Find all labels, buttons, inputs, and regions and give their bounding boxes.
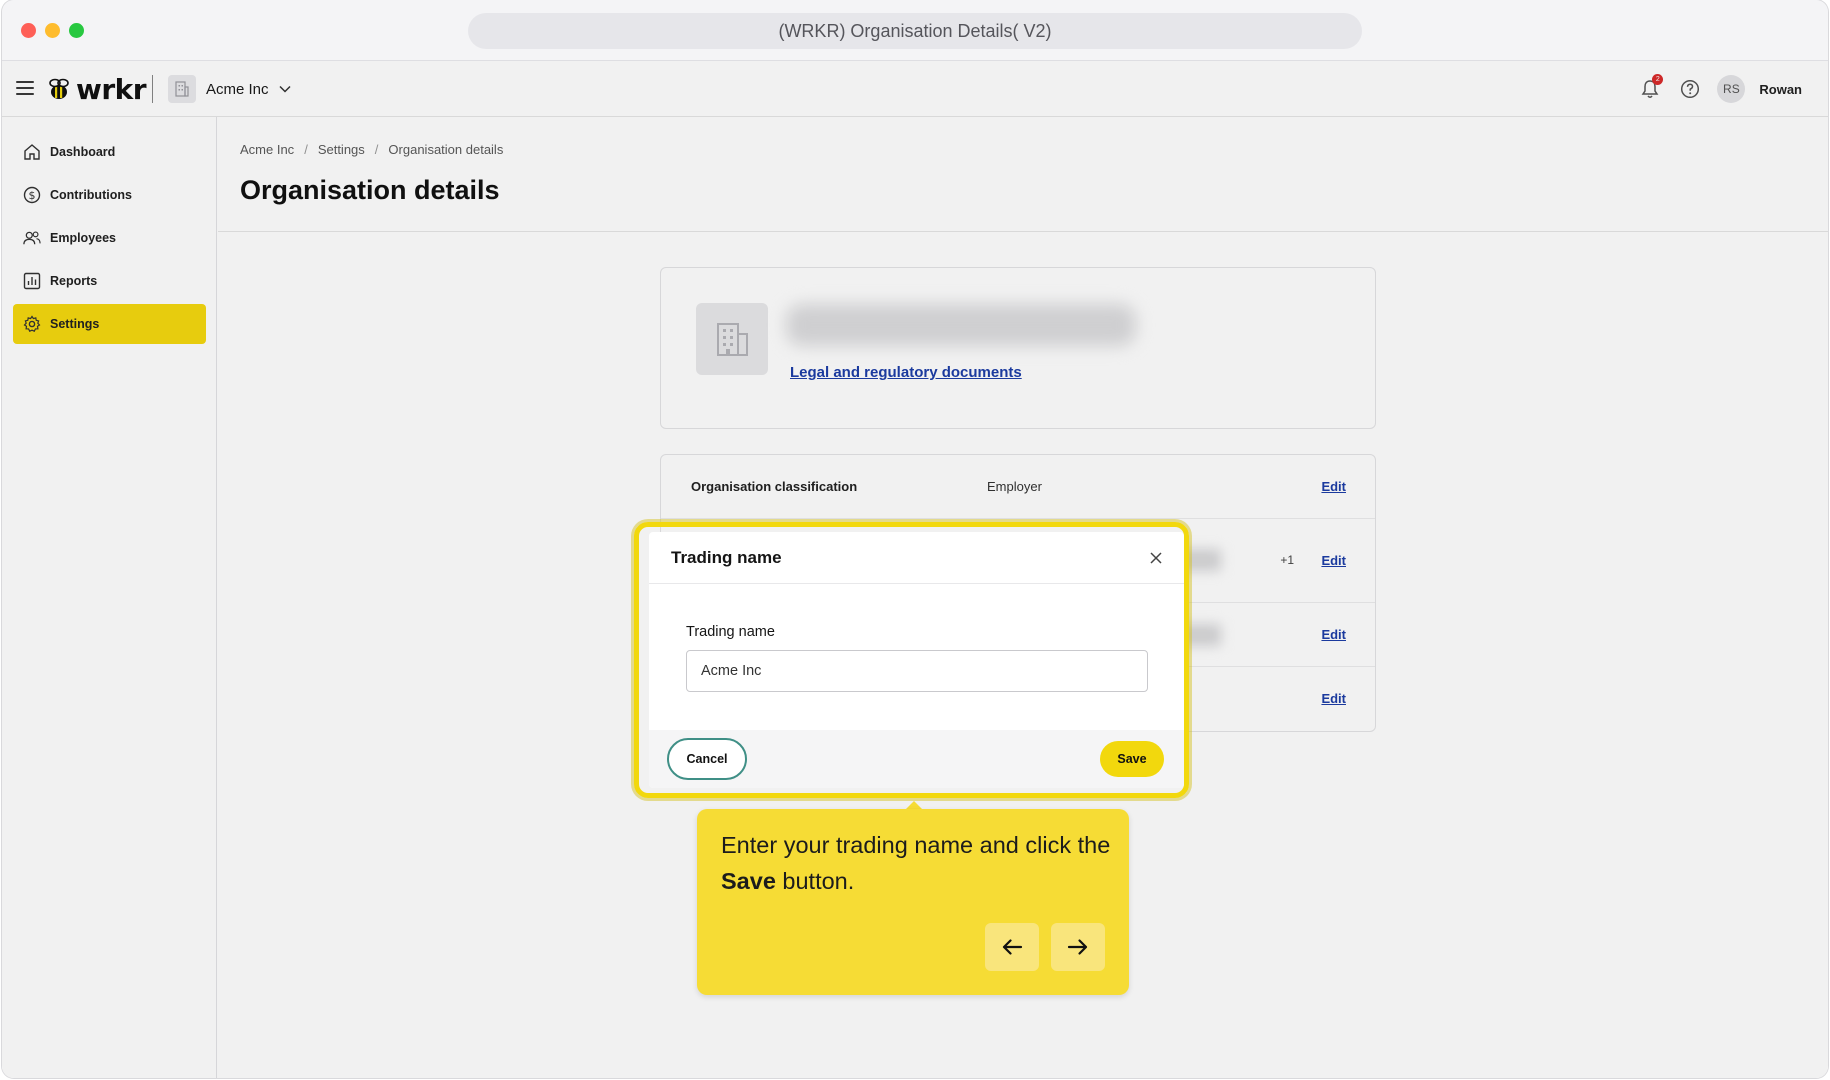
maximize-window-button[interactable] (69, 23, 84, 38)
edit-link[interactable]: Edit (1321, 691, 1346, 706)
chart-icon (23, 272, 41, 290)
breadcrumb-item-settings[interactable]: Settings (318, 142, 365, 157)
people-icon (23, 229, 41, 247)
redacted-organisation-name (786, 304, 1136, 346)
minimize-window-button[interactable] (45, 23, 60, 38)
sidebar-item-contributions[interactable]: $ Contributions (13, 175, 206, 215)
sidebar-item-label: Settings (50, 317, 100, 331)
dollar-icon: $ (23, 186, 41, 204)
help-icon (1681, 79, 1700, 99)
legal-documents-link[interactable]: Legal and regulatory documents (790, 364, 1022, 381)
building-icon (168, 75, 196, 103)
sidebar-item-label: Contributions (50, 188, 132, 202)
page-title: Organisation details (240, 175, 500, 205)
svg-text:$: $ (29, 189, 36, 202)
topbar-actions: 2 RS Rowan (1637, 74, 1802, 104)
user-name[interactable]: Rowan (1759, 82, 1802, 97)
topbar-divider (152, 75, 153, 103)
guide-tooltip: Enter your trading name and click the Sa… (697, 809, 1129, 995)
sidebar-item-label: Dashboard (50, 145, 116, 159)
tooltip-text-emphasis: Save (721, 868, 776, 894)
detail-row: Organisation classification Employer Edi… (661, 455, 1375, 519)
home-icon (23, 143, 41, 161)
building-icon (696, 303, 768, 375)
edit-link[interactable]: Edit (1321, 553, 1346, 568)
trading-name-dialog: Trading name Trading name Cancel Save (649, 532, 1184, 788)
menu-icon[interactable] (16, 81, 34, 95)
browser-window: (WRKR) Organisation Details( V2) wrkr Ac… (2, 0, 1828, 1078)
tooltip-text: Enter your trading name and click the Sa… (721, 827, 1111, 899)
previous-step-button[interactable] (985, 923, 1039, 971)
sidebar-item-reports[interactable]: Reports (13, 261, 206, 301)
next-step-button[interactable] (1051, 923, 1105, 971)
notifications-button[interactable]: 2 (1637, 74, 1664, 102)
bee-icon (49, 78, 69, 99)
dialog-title: Trading name (671, 548, 782, 567)
trading-name-input[interactable] (686, 650, 1148, 692)
sidebar-item-employees[interactable]: Employees (13, 218, 206, 258)
wrkr-logo[interactable]: wrkr (46, 72, 147, 106)
trading-name-label: Trading name (686, 624, 775, 640)
breadcrumb-separator: / (374, 142, 379, 157)
avatar[interactable]: RS (1717, 75, 1746, 103)
save-button[interactable]: Save (1100, 741, 1164, 777)
breadcrumb-separator: / (304, 142, 308, 157)
edit-link[interactable]: Edit (1321, 627, 1346, 642)
breadcrumb-item-org[interactable]: Acme Inc (240, 142, 294, 157)
row-extra-count: +1 (1280, 553, 1294, 567)
organisation-summary-card: Legal and regulatory documents (660, 267, 1376, 429)
sidebar-item-settings[interactable]: Settings (13, 304, 206, 344)
breadcrumb: Acme Inc / Settings / Organisation detai… (240, 142, 503, 157)
sidebar-item-label: Reports (50, 274, 98, 288)
chevron-down-icon (279, 85, 291, 93)
top-bar: wrkr Acme Inc 2 RS Rowan (2, 61, 1828, 117)
sidebar-item-dashboard[interactable]: Dashboard (13, 132, 206, 172)
cancel-button[interactable]: Cancel (667, 738, 747, 780)
notification-badge: 2 (1652, 74, 1664, 85)
org-name: Acme Inc (206, 80, 269, 98)
row-value: Employer (987, 479, 1042, 494)
gear-icon (23, 315, 41, 333)
tooltip-text-end: button. (775, 868, 855, 894)
close-window-button[interactable] (21, 23, 36, 38)
breadcrumb-item-current: Organisation details (388, 142, 504, 157)
header-divider (218, 231, 1828, 232)
address-bar[interactable]: (WRKR) Organisation Details( V2) (468, 13, 1362, 49)
close-icon[interactable] (1146, 548, 1166, 568)
browser-chrome: (WRKR) Organisation Details( V2) (2, 0, 1828, 61)
brand-name: wrkr (76, 72, 147, 106)
tooltip-text-start: Enter your trading name and click the (721, 832, 1111, 858)
arrow-right-icon (1067, 939, 1088, 955)
dialog-header: Trading name (649, 532, 1184, 584)
help-button[interactable] (1677, 76, 1703, 102)
row-label: Organisation classification (691, 479, 858, 494)
edit-link[interactable]: Edit (1321, 479, 1346, 494)
arrow-left-icon (1002, 939, 1023, 955)
sidebar: Dashboard $ Contributions Employees Repo… (2, 117, 217, 1078)
sidebar-item-label: Employees (50, 231, 117, 245)
org-switcher[interactable]: Acme Inc (168, 74, 291, 104)
